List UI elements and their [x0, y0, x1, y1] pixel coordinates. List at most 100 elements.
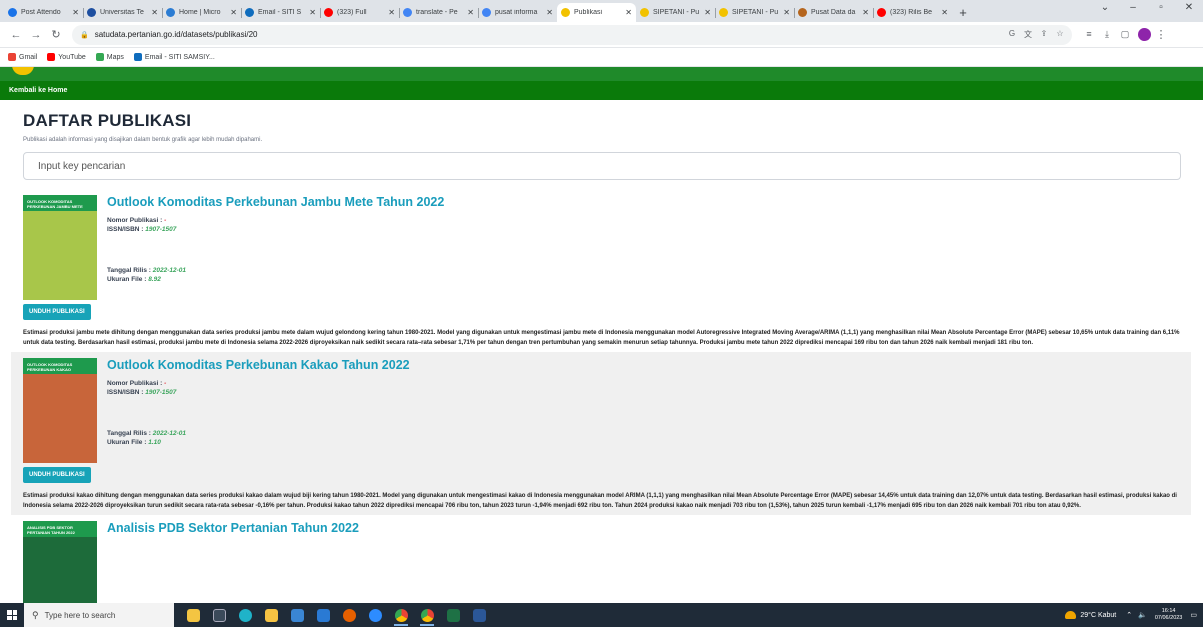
weather-text[interactable]: 29°C Kabut: [1080, 612, 1116, 619]
tab-title: Universitas Te: [100, 9, 144, 16]
bookmark-label: Email - SITI SAMSIY...: [144, 53, 215, 61]
bookmarks-bar: Gmail YouTube Maps Email - SITI SAMSIY...: [0, 48, 1203, 67]
task-view-icon[interactable]: [206, 603, 232, 627]
tray-chevron-icon[interactable]: ⌃: [1126, 611, 1132, 619]
bookmark-star-icon[interactable]: ☆: [1052, 29, 1068, 40]
browser-tab[interactable]: SIPETANI - Pu ✕: [715, 3, 794, 22]
url-field[interactable]: 🔒 satudata.pertanian.go.id/datasets/publ…: [72, 24, 1072, 45]
bookmark-item[interactable]: YouTube: [47, 53, 86, 61]
tab-favicon-icon: [482, 8, 491, 17]
edge-icon[interactable]: [232, 603, 258, 627]
window-controls: ⌄ – ▫ ✕: [1091, 2, 1203, 13]
file-explorer-icon[interactable]: [258, 603, 284, 627]
publication-cover-image[interactable]: ANALISIS PDB SEKTOR PERTANIAN TAHUN 2022: [23, 521, 97, 603]
tab-close-icon[interactable]: ✕: [467, 8, 474, 17]
maximize-button[interactable]: ▫: [1147, 2, 1175, 13]
zoom-icon[interactable]: [362, 603, 388, 627]
page-subtitle: Publikasi adalah informasi yang disajika…: [23, 137, 263, 143]
publication-cover-image[interactable]: OUTLOOK KOMODITAS PERKEBUNAN KAKAO: [23, 358, 97, 463]
tab-search-icon[interactable]: ⌄: [1091, 2, 1119, 13]
forward-icon[interactable]: →: [26, 29, 46, 41]
publication-cover-image[interactable]: OUTLOOK KOMODITAS PERKEBUNAN JAMBU METE: [23, 195, 97, 300]
browser-tab[interactable]: Universitas Te ✕: [83, 3, 162, 22]
close-window-button[interactable]: ✕: [1175, 2, 1203, 13]
minimize-button[interactable]: –: [1119, 2, 1147, 13]
bookmark-item[interactable]: Email - SITI SAMSIY...: [133, 53, 215, 61]
excel-icon[interactable]: [440, 603, 466, 627]
download-icon[interactable]: ⤓: [1098, 29, 1116, 40]
tab-close-icon[interactable]: ✕: [230, 8, 237, 17]
new-tab-button[interactable]: +: [952, 3, 974, 22]
tab-close-icon[interactable]: ✕: [546, 8, 553, 17]
publication-title[interactable]: Analisis PDB Sektor Pertanian Tahun 2022: [107, 521, 1179, 535]
publication-release-date: Tanggal Rilis : 2022-12-01: [107, 267, 187, 274]
translate-icon[interactable]: 文: [1020, 29, 1036, 40]
clock-date: 07/06/2023: [1154, 615, 1183, 621]
tab-close-icon[interactable]: ✕: [862, 8, 869, 17]
download-publication-button[interactable]: UNDUH PUBLIKASI: [23, 467, 91, 483]
taskbar-search-box[interactable]: ⚲ Type here to search: [24, 603, 174, 627]
publication-title[interactable]: Outlook Komoditas Perkebunan Kakao Tahun…: [107, 358, 1179, 372]
browser-tab[interactable]: Email - SITI S ✕: [241, 3, 320, 22]
tab-close-icon[interactable]: ✕: [625, 8, 632, 17]
sidepanel-icon[interactable]: ▢: [1116, 29, 1134, 40]
search-icon: ⚲: [32, 609, 39, 620]
firefox-icon[interactable]: [336, 603, 362, 627]
tab-favicon-icon: [324, 8, 333, 17]
tab-favicon-icon: [798, 8, 807, 17]
tab-close-icon[interactable]: ✕: [151, 8, 158, 17]
word-icon[interactable]: [466, 603, 492, 627]
browser-tab[interactable]: pusat informa ✕: [478, 3, 557, 22]
reading-list-icon[interactable]: ≡: [1080, 29, 1098, 40]
publication-file-size: Ukuran File : 8.92: [107, 276, 161, 283]
back-icon[interactable]: ←: [6, 29, 26, 41]
bookmark-favicon-icon: [8, 53, 16, 61]
back-home-link[interactable]: Kembali ke Home: [9, 87, 67, 94]
browser-tab[interactable]: translate - Pe ✕: [399, 3, 478, 22]
start-button[interactable]: [0, 603, 24, 627]
windows-taskbar: ⚲ Type here to search 29°C Kabut ⌃ 🔈 16:…: [0, 603, 1203, 627]
publication-release-date: Tanggal Rilis : 2022-12-01: [107, 430, 187, 437]
tab-title: translate - Pe: [416, 9, 458, 16]
mail-icon[interactable]: [310, 603, 336, 627]
volume-icon[interactable]: 🔈: [1138, 611, 1147, 619]
browser-tab[interactable]: Pusat Data da ✕: [794, 3, 873, 22]
tab-favicon-icon: [166, 8, 175, 17]
notification-icon[interactable]: ▭: [1190, 611, 1197, 619]
site-header: [0, 67, 1203, 81]
chrome-icon[interactable]: [388, 603, 414, 627]
tab-title: (323) Rilis Be: [890, 9, 933, 16]
share-icon[interactable]: ⇪: [1036, 29, 1052, 40]
tab-close-icon[interactable]: ✕: [704, 8, 711, 17]
browser-tab[interactable]: Post Attendo ✕: [4, 3, 83, 22]
browser-tab[interactable]: (323) Full ✕: [320, 3, 399, 22]
tab-close-icon[interactable]: ✕: [388, 8, 395, 17]
browser-tab[interactable]: Home | Micro ✕: [162, 3, 241, 22]
bookmark-item[interactable]: Gmail: [8, 53, 37, 61]
tab-close-icon[interactable]: ✕: [783, 8, 790, 17]
clock[interactable]: 16:14 07/06/2023: [1155, 608, 1183, 622]
google-lens-icon[interactable]: G: [1004, 29, 1020, 40]
reload-icon[interactable]: ↻: [46, 28, 66, 41]
tab-close-icon[interactable]: ✕: [941, 8, 948, 17]
menu-kebab-icon[interactable]: ⋮: [1151, 28, 1171, 41]
lock-icon[interactable]: 🔒: [80, 31, 89, 39]
store-icon[interactable]: [284, 603, 310, 627]
search-input[interactable]: Input key pencarian: [23, 152, 1181, 180]
download-publication-button[interactable]: UNDUH PUBLIKASI: [23, 304, 91, 320]
browser-tab[interactable]: SIPETANI - Pu ✕: [636, 3, 715, 22]
tab-favicon-icon: [87, 8, 96, 17]
site-logo[interactable]: [12, 67, 34, 75]
tab-close-icon[interactable]: ✕: [72, 8, 79, 17]
browser-tab[interactable]: Publikasi ✕: [557, 3, 636, 22]
profile-avatar[interactable]: [1138, 28, 1151, 41]
tab-favicon-icon: [719, 8, 728, 17]
widgets-icon[interactable]: [180, 603, 206, 627]
chrome-profile-icon[interactable]: [414, 603, 440, 627]
tab-close-icon[interactable]: ✕: [309, 8, 316, 17]
windows-logo-icon: [7, 610, 17, 620]
browser-tab[interactable]: (323) Rilis Be ✕: [873, 3, 952, 22]
publication-title[interactable]: Outlook Komoditas Perkebunan Jambu Mete …: [107, 195, 1179, 209]
bookmark-item[interactable]: Maps: [95, 53, 124, 61]
taskbar-search-placeholder: Type here to search: [44, 610, 116, 620]
